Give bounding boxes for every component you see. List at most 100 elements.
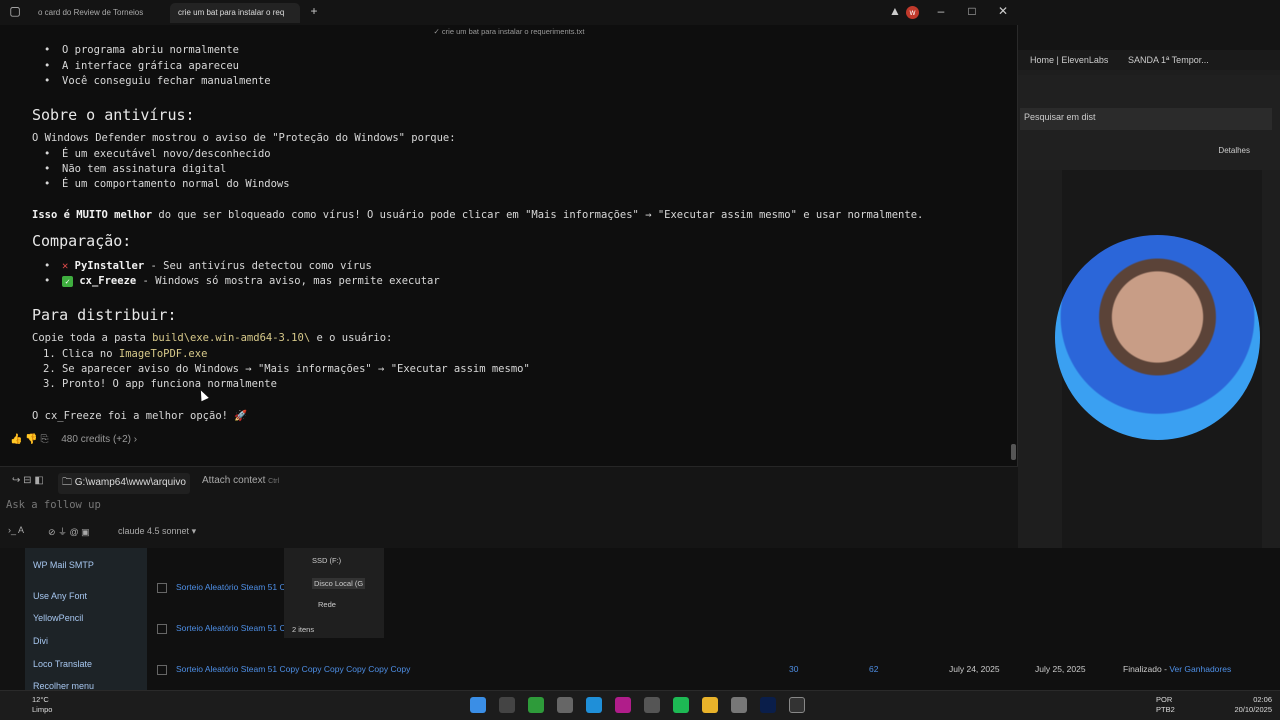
comparison-text: - Seu antivírus detectou como vírus xyxy=(144,260,372,272)
clock-time: 02:06 xyxy=(1253,695,1272,704)
conversation-title: ✓ crie um bat para instalar o requerimen… xyxy=(433,27,585,36)
row-checkbox[interactable] xyxy=(157,582,167,593)
step-text: Clica no xyxy=(61,348,119,360)
close-icon[interactable]: ✕ xyxy=(994,4,1012,18)
step-number: 2. xyxy=(43,363,56,375)
wp-menu-divi[interactable]: Divi xyxy=(33,636,48,646)
edge-icon[interactable] xyxy=(586,697,602,713)
row-end-date: July 25, 2025 xyxy=(1035,664,1086,674)
step-text: Pronto! O app funciona normalmente xyxy=(61,378,277,390)
details-button[interactable]: Detalhes xyxy=(1218,146,1250,155)
cursor-app-icon[interactable] xyxy=(789,697,805,713)
spotify-icon[interactable] xyxy=(673,697,689,713)
tab-bat-label: crie um bat para instalar o req xyxy=(178,8,285,17)
message-actions: 👍 👎 ⎘ 480 credits (+2) › xyxy=(10,434,137,445)
tree-disco-local[interactable]: Disco Local (G xyxy=(312,578,366,589)
distribute-intro: Copie toda a pasta build\exe.win-amd64-3… xyxy=(32,332,392,344)
row-checkbox[interactable] xyxy=(157,664,167,675)
model-selector[interactable]: claude 4.5 sonnet ▾ xyxy=(112,524,202,539)
maximize-icon[interactable]: □ xyxy=(963,4,981,18)
start-icon[interactable] xyxy=(470,697,486,713)
row-checkbox[interactable] xyxy=(157,623,167,634)
step-item: 3. Pronto! O app funciona normalmente xyxy=(43,378,277,390)
list-item: A interface gráfica apareceu xyxy=(44,60,239,72)
bookmark-elevenlabs[interactable]: Home | ElevenLabs xyxy=(1030,55,1108,65)
credits[interactable]: 480 credits (+2) xyxy=(61,434,131,445)
weather-temp: 12°C xyxy=(32,695,49,704)
row-title[interactable]: Sorteio Aleatório Steam 51 C xyxy=(176,623,286,633)
follow-up-input[interactable] xyxy=(6,495,996,515)
wp-menu-loco-translate[interactable]: Loco Translate xyxy=(33,659,92,669)
antivirus-intro: O Windows Defender mostrou o aviso de "P… xyxy=(32,132,456,144)
wp-sidebar: WP Mail SMTP Use Any Font YellowPencil D… xyxy=(25,548,147,691)
app-icon[interactable] xyxy=(644,697,660,713)
comparison-item: ✕ PyInstaller - Seu antivírus detectou c… xyxy=(44,260,372,272)
tree-ssd[interactable]: SSD (F:) xyxy=(312,556,341,565)
clock-date: 20/10/2025 xyxy=(1234,705,1272,714)
tab-review[interactable]: o card do Review de Torneios xyxy=(30,3,164,23)
weather-widget[interactable]: 12°C Limpo xyxy=(8,695,52,715)
thumbs-up-icon[interactable]: 👍 xyxy=(10,434,22,445)
taskbar: 12°C Limpo POR PTB2 02:06 20/10/2025 xyxy=(0,690,1280,720)
distribute-heading: Para distribuir: xyxy=(32,306,177,324)
snipping-icon[interactable] xyxy=(557,697,573,713)
wp-menu-mail-smtp[interactable]: WP Mail SMTP xyxy=(33,560,94,570)
tab-bat[interactable]: crie um bat para instalar o req xyxy=(170,3,300,23)
bookmark-sanda[interactable]: SANDA 1ª Tempor... xyxy=(1128,55,1209,65)
list-item: Não tem assinatura digital xyxy=(44,163,226,175)
row-winners-link[interactable]: Ver Ganhadores xyxy=(1169,664,1231,674)
sidebar-toggle-icon[interactable]: ▢ xyxy=(6,4,24,18)
distribute-intro-b: e o usuário: xyxy=(310,332,393,344)
scrollbar[interactable] xyxy=(1011,444,1016,460)
copy-icon[interactable]: ⎘ xyxy=(40,434,48,445)
minimize-icon[interactable]: – xyxy=(932,4,950,18)
row-start-date: July 24, 2025 xyxy=(949,664,1000,674)
clock[interactable]: 02:06 20/10/2025 xyxy=(1234,695,1272,715)
table-row[interactable]: Sorteio Aleatório Steam 51 C xyxy=(157,582,286,593)
distribute-intro-a: Copie toda a pasta xyxy=(32,332,153,344)
opera-icon[interactable] xyxy=(615,697,631,713)
photoshop-icon[interactable] xyxy=(760,697,776,713)
avatar[interactable]: w xyxy=(906,6,919,19)
chevron-right-icon: › xyxy=(133,434,138,445)
list-item: É um comportamento normal do Windows xyxy=(44,178,290,190)
bookmarks-bar: Home | ElevenLabs SANDA 1ª Tempor... xyxy=(1018,50,1280,70)
lang-primary: POR xyxy=(1156,695,1173,704)
table-row[interactable]: Sorteio Aleatório Steam 51 Copy Copy Cop… xyxy=(157,664,1257,675)
alert-icon[interactable]: ▲ xyxy=(886,4,904,18)
context-path-chip[interactable]: 🗀 G:\wamp64\www\arquivo xyxy=(58,473,190,494)
search-icon[interactable] xyxy=(499,697,515,713)
explorer-search[interactable]: Pesquisar em dist xyxy=(1020,108,1272,130)
wp-menu-yellowpencil[interactable]: YellowPencil xyxy=(33,613,83,623)
title-bar: ▢ o card do Review de Torneios crie um b… xyxy=(0,0,1018,25)
model-name: claude 4.5 sonnet xyxy=(118,526,190,536)
tree-rede[interactable]: Rede xyxy=(318,600,336,609)
wp-menu-use-any-font[interactable]: Use Any Font xyxy=(33,591,87,601)
language-indicator[interactable]: POR PTB2 xyxy=(1156,695,1175,715)
row-count-a: 30 xyxy=(789,664,799,674)
row-title[interactable]: Sorteio Aleatório Steam 51 Copy Copy Cop… xyxy=(176,664,410,674)
table-row[interactable]: Sorteio Aleatório Steam 51 C xyxy=(157,623,286,634)
comparison-name: cx_Freeze xyxy=(79,275,137,287)
cursor-app-window: ▢ o card do Review de Torneios crie um b… xyxy=(0,0,1018,548)
folder-icon[interactable] xyxy=(702,697,718,713)
attach-shortcut: Ctrl xyxy=(268,478,280,485)
composer-tools-icon[interactable]: ↪ ⊟ ◧ xyxy=(12,475,44,486)
row-title[interactable]: Sorteio Aleatório Steam 51 C xyxy=(176,582,286,592)
composer-mode-icon[interactable]: ›_ A xyxy=(8,525,24,535)
new-tab-icon[interactable]: + xyxy=(305,4,323,18)
thumbs-down-icon[interactable]: 👎 xyxy=(25,434,37,445)
comparison-heading: Comparação: xyxy=(32,232,132,250)
composer-actions-icon[interactable]: ⊘ ⏚ @ ▣ xyxy=(48,525,90,538)
check-icon: ✓ xyxy=(62,276,73,287)
browser-toolbar xyxy=(1018,0,1280,50)
browser-icon[interactable] xyxy=(731,697,747,713)
list-item: Você conseguiu fechar manualmente xyxy=(44,75,271,87)
attach-context-button[interactable]: Attach context Ctrl xyxy=(202,475,279,486)
cross-icon: ✕ xyxy=(62,260,69,272)
composer: ↪ ⊟ ◧ 🗀 G:\wamp64\www\arquivo Attach con… xyxy=(0,466,1018,548)
xbox-icon[interactable] xyxy=(528,697,544,713)
taskbar-icons xyxy=(470,697,805,713)
comparison-name: PyInstaller xyxy=(74,260,145,272)
better-paragraph: Isso é MUITO melhor do que ser bloqueado… xyxy=(32,209,923,221)
